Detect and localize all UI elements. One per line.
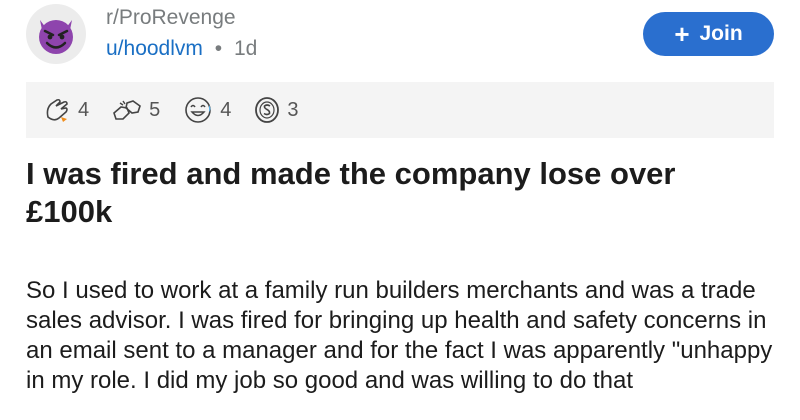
meta-separator: • xyxy=(214,37,223,60)
silver-coin-award-icon xyxy=(255,97,280,123)
devil-face-icon xyxy=(39,20,73,54)
post-meta: r/ProRevenge u/hoodlvm • 1d xyxy=(106,4,257,64)
awards-bar[interactable]: 4 5 4 3 xyxy=(26,82,774,138)
post-time: 1d xyxy=(233,37,258,60)
award-count: 5 xyxy=(149,98,161,121)
join-button[interactable]: + Join xyxy=(643,12,774,56)
award-item[interactable]: 4 xyxy=(42,95,89,125)
post-body: So I used to work at a family run builde… xyxy=(26,277,773,394)
award-item[interactable]: 3 xyxy=(253,95,299,125)
subreddit-avatar[interactable] xyxy=(26,4,86,64)
plus-icon: + xyxy=(674,19,690,49)
award-count: 4 xyxy=(220,98,232,121)
hand-wave-award-icon xyxy=(46,98,68,122)
award-item[interactable]: 4 xyxy=(182,95,231,125)
award-count: 3 xyxy=(287,98,299,121)
award-item[interactable]: 5 xyxy=(111,95,160,125)
award-count: 4 xyxy=(78,98,90,121)
author-username[interactable]: u/hoodlvm xyxy=(106,37,203,60)
author-row: u/hoodlvm • 1d xyxy=(106,34,257,64)
join-label: Join xyxy=(699,22,743,45)
subreddit-name[interactable]: r/ProRevenge xyxy=(106,4,257,32)
fist-bump-award-icon xyxy=(113,100,142,120)
post-title[interactable]: I was fired and made the company lose ov… xyxy=(26,155,766,231)
laughing-face-award-icon xyxy=(185,97,212,123)
